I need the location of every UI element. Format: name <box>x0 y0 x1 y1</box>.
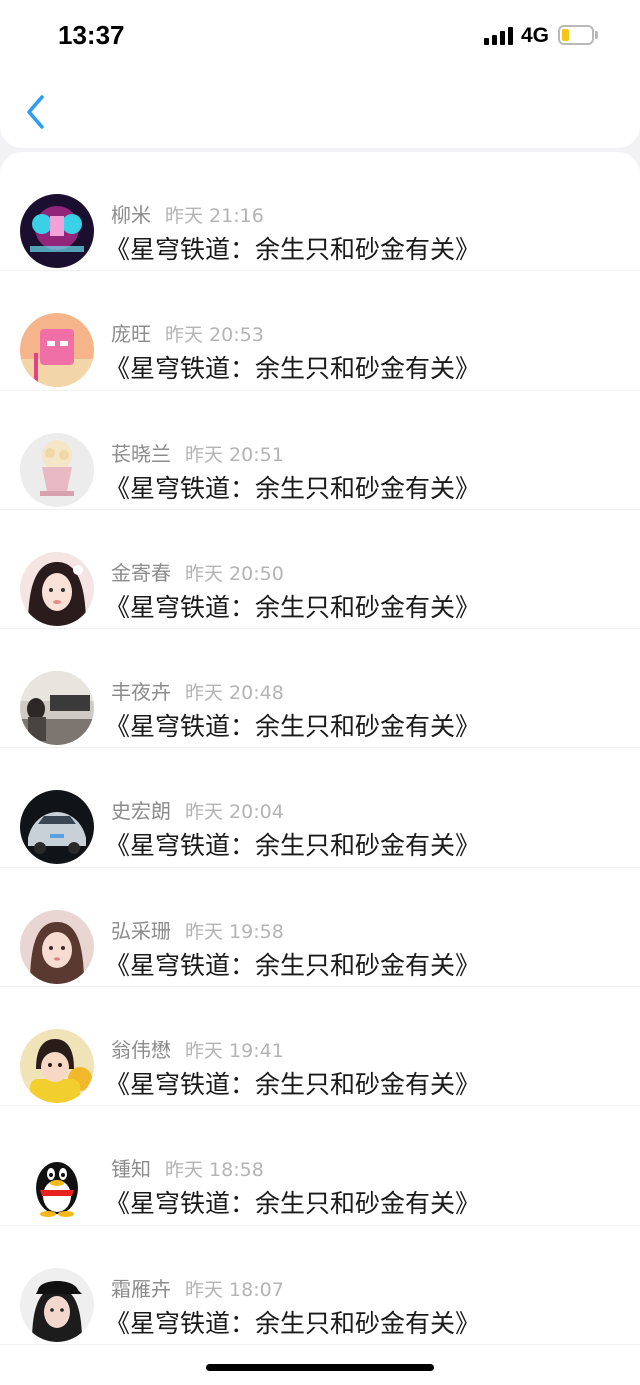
avatar <box>20 1029 94 1104</box>
timestamp: 昨天 20:51 <box>185 443 284 466</box>
item-meta: 丰夜卉 昨天 20:48 <box>111 676 284 704</box>
avatar <box>20 551 94 626</box>
chevron-left-icon <box>27 95 44 129</box>
timestamp: 昨天 18:07 <box>185 1278 284 1301</box>
list-item[interactable]: 苌晓兰 昨天 20:51 《星穹铁道：余生只和砂金有关》 <box>0 391 640 510</box>
sender-name: 苌晓兰 <box>111 441 171 466</box>
item-title: 《星穹铁道：余生只和砂金有关》 <box>105 831 481 861</box>
list-item[interactable]: 庞旺 昨天 20:53 《星穹铁道：余生只和砂金有关》 <box>0 271 640 391</box>
list-item[interactable]: 丰夜卉 昨天 20:48 《星穹铁道：余生只和砂金有关》 <box>0 629 640 749</box>
list-item[interactable]: 弘采珊 昨天 19:58 《星穹铁道：余生只和砂金有关》 <box>0 868 640 988</box>
timestamp: 昨天 20:48 <box>185 682 284 705</box>
divider <box>0 1343 640 1345</box>
item-meta: 霜雁卉 昨天 18:07 <box>111 1273 284 1301</box>
item-meta: 史宏朗 昨天 20:04 <box>111 795 284 823</box>
item-meta: 金寄春 昨天 20:50 <box>111 557 284 585</box>
header-card: 13:37 4G <box>0 0 640 148</box>
timestamp: 昨天 21:16 <box>165 205 264 227</box>
timestamp: 昨天 19:41 <box>185 1040 284 1063</box>
item-title: 《星穹铁道：余生只和砂金有关》 <box>105 592 481 622</box>
timestamp: 昨天 20:04 <box>185 801 284 824</box>
list-item[interactable]: 史宏朗 昨天 20:04 《星穹铁道：余生只和砂金有关》 <box>0 748 640 868</box>
battery-icon <box>558 25 594 45</box>
message-list: 柳米 昨天 21:16 《星穹铁道：余生只和砂金有关》 庞旺 昨天 20:53 《星… <box>0 152 640 1385</box>
sender-name: 柳米 <box>111 203 151 227</box>
avatar <box>20 194 94 268</box>
avatar <box>20 1148 94 1223</box>
avatar <box>20 313 94 388</box>
item-title: 《星穹铁道：余生只和砂金有关》 <box>105 1189 481 1219</box>
item-meta: 锺知 昨天 18:58 <box>111 1153 264 1181</box>
avatar <box>20 790 94 865</box>
item-title: 《星穹铁道：余生只和砂金有关》 <box>105 1308 481 1338</box>
item-title: 《星穹铁道：余生只和砂金有关》 <box>105 473 481 503</box>
status-time: 13:37 <box>58 20 125 50</box>
timestamp: 昨天 20:50 <box>185 562 284 585</box>
item-meta: 翁伟懋 昨天 19:41 <box>111 1034 284 1062</box>
sender-name: 弘采珊 <box>111 918 171 943</box>
item-title: 《星穹铁道：余生只和砂金有关》 <box>105 1070 481 1100</box>
timestamp: 昨天 19:58 <box>185 920 284 943</box>
avatar <box>20 671 94 746</box>
timestamp: 昨天 18:58 <box>165 1159 264 1182</box>
item-title: 《星穹铁道：余生只和砂金有关》 <box>105 235 481 264</box>
avatar <box>20 432 94 507</box>
network-type: 4G <box>521 24 550 47</box>
list-item[interactable]: 霜雁卉 昨天 18:07 《星穹铁道：余生只和砂金有关》 <box>0 1226 640 1345</box>
signal-icon <box>484 27 516 45</box>
battery-tip <box>595 31 598 39</box>
sender-name: 霜雁卉 <box>111 1276 171 1301</box>
list-item[interactable]: 金寄春 昨天 20:50 《星穹铁道：余生只和砂金有关》 <box>0 510 640 630</box>
list-item[interactable]: 柳米 昨天 21:16 《星穹铁道：余生只和砂金有关》 <box>0 152 640 272</box>
item-meta: 柳米 昨天 21:16 <box>111 199 264 227</box>
avatar <box>20 909 94 984</box>
back-button[interactable] <box>18 92 54 136</box>
sender-name: 庞旺 <box>111 322 151 347</box>
sender-name: 丰夜卉 <box>111 680 171 705</box>
sender-name: 锺知 <box>111 1157 151 1182</box>
nav-bar <box>0 80 640 146</box>
item-meta: 庞旺 昨天 20:53 <box>111 318 264 346</box>
sender-name: 史宏朗 <box>111 799 171 824</box>
item-title: 《星穹铁道：余生只和砂金有关》 <box>105 950 481 980</box>
status-bar: 13:37 4G <box>0 0 640 72</box>
item-title: 《星穹铁道：余生只和砂金有关》 <box>105 354 481 384</box>
penguin-icon <box>20 1148 94 1223</box>
avatar <box>20 1267 94 1342</box>
sender-name: 金寄春 <box>111 560 171 585</box>
home-indicator[interactable] <box>206 1364 434 1371</box>
timestamp: 昨天 20:53 <box>165 324 264 347</box>
sender-name: 翁伟懋 <box>111 1038 171 1063</box>
list-item[interactable]: 锺知 昨天 18:58 《星穹铁道：余生只和砂金有关》 <box>0 1106 640 1226</box>
list-item[interactable]: 翁伟懋 昨天 19:41 《星穹铁道：余生只和砂金有关》 <box>0 987 640 1107</box>
item-meta: 苌晓兰 昨天 20:51 <box>111 438 284 466</box>
item-title: 《星穹铁道：余生只和砂金有关》 <box>105 712 481 742</box>
item-meta: 弘采珊 昨天 19:58 <box>111 915 284 943</box>
